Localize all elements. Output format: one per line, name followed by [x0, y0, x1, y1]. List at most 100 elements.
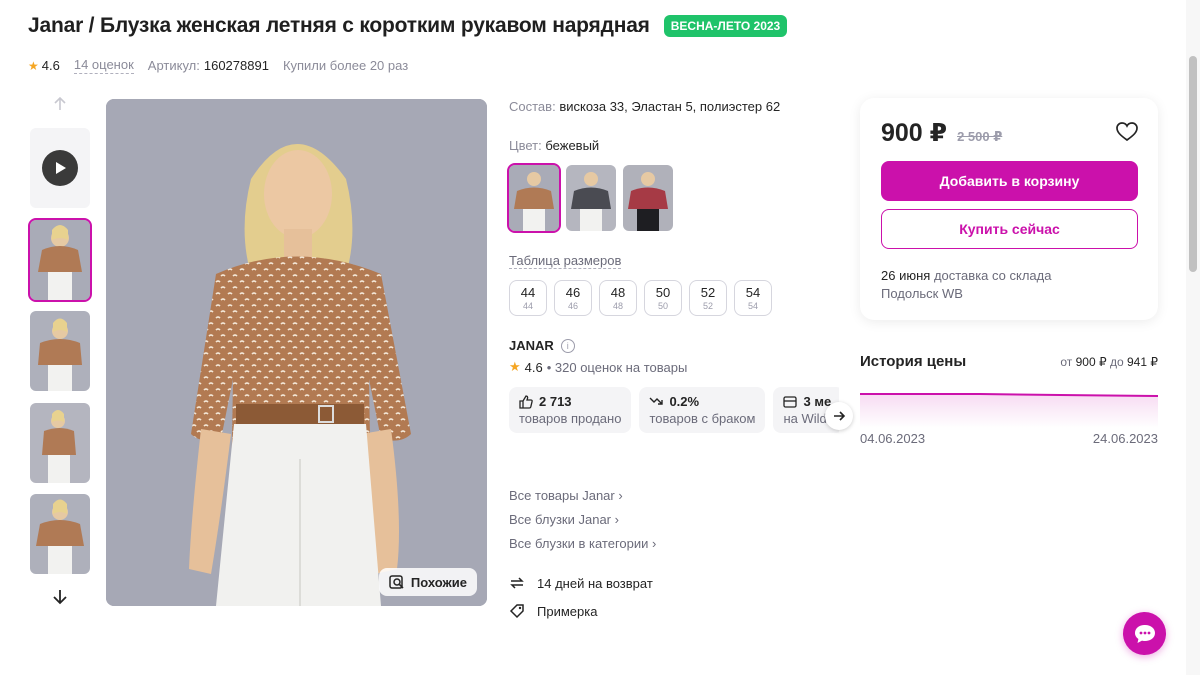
- history-start-date: 04.06.2023: [860, 431, 926, 446]
- stat-sold: 2 713 товаров продано: [509, 387, 632, 433]
- thumb-image-4[interactable]: [30, 494, 90, 574]
- similar-search-icon: [389, 575, 404, 589]
- star-icon: ★: [28, 58, 39, 73]
- article-value[interactable]: 160278891: [204, 58, 269, 73]
- stats-next-arrow-icon[interactable]: [825, 402, 853, 430]
- composition-label: Состав:: [509, 99, 556, 114]
- thumbs-up-arrow-icon[interactable]: [52, 96, 68, 117]
- delivery-text: доставка со склада: [933, 268, 1052, 283]
- size-main: 46: [565, 285, 581, 300]
- link-all-products[interactable]: Все товары Janar ›: [509, 488, 656, 503]
- buy-card: 900 ₽ 2 500 ₽ Добавить в корзину Купить …: [860, 98, 1158, 320]
- chat-bubble-icon: [1134, 624, 1155, 643]
- range-to: 941 ₽: [1127, 355, 1158, 369]
- scrollbar[interactable]: [1186, 0, 1200, 675]
- composition-value: вискоза 33, Эластан 5, полиэстер 62: [559, 99, 781, 114]
- thumb-image-1[interactable]: [28, 218, 92, 302]
- trend-down-icon: [649, 397, 664, 405]
- size-main: 48: [610, 285, 626, 300]
- info-icon[interactable]: i: [560, 338, 575, 353]
- color-row: Цвет: бежевый: [509, 138, 849, 153]
- title-row: Janar / Блузка женская летняя с коротким…: [28, 14, 788, 38]
- size-sub: 54: [747, 301, 758, 311]
- delivery-date: 26 июня: [881, 268, 931, 283]
- composition: Состав: вискоза 33, Эластан 5, полиэстер…: [509, 99, 849, 114]
- brand-name[interactable]: JANAR: [509, 338, 554, 353]
- size-option[interactable]: 44 44: [509, 280, 547, 316]
- stat-defect-value: 0.2%: [669, 394, 700, 409]
- brand-rating: ★ 4.6 • 320 оценок на товары: [509, 359, 849, 375]
- link-all-blouses-category[interactable]: Все блузки в категории ›: [509, 536, 656, 551]
- size-sub: 48: [612, 301, 623, 311]
- size-sub: 50: [657, 301, 668, 311]
- size-table-link[interactable]: Таблица размеров: [509, 253, 622, 269]
- return-text: 14 дней на возврат: [537, 575, 653, 591]
- size-sub: 46: [567, 301, 578, 311]
- thumbs-down-arrow-icon[interactable]: [51, 588, 69, 611]
- product-details: Состав: вискоза 33, Эластан 5, полиэстер…: [507, 99, 849, 433]
- product-title: Janar / Блузка женская летняя с коротким…: [28, 14, 650, 37]
- size-main: 50: [655, 285, 671, 300]
- similar-button[interactable]: Похожие: [378, 568, 477, 596]
- add-to-cart-button[interactable]: Добавить в корзину: [881, 161, 1138, 201]
- season-badge: ВЕСНА-ЛЕТО 2023: [663, 15, 788, 37]
- tag-icon: [509, 604, 524, 619]
- brand-stats: 2 713 товаров продано 0.2% товаров с бра…: [509, 387, 839, 433]
- price-history-range: от 900 ₽ до 941 ₽: [1060, 355, 1158, 369]
- size-option[interactable]: 46 46: [554, 280, 592, 316]
- similar-label: Похожие: [410, 574, 467, 590]
- product-meta: ★ 4.6 14 оценок Артикул: 160278891 Купил…: [28, 57, 408, 74]
- size-sub: 52: [702, 301, 713, 311]
- range-from: 900 ₽: [1075, 355, 1107, 369]
- product-photo: [106, 99, 487, 606]
- size-option[interactable]: 50 50: [644, 280, 682, 316]
- stat-defect: 0.2% товаров с браком: [639, 387, 766, 433]
- thumb-image-2[interactable]: [30, 311, 90, 391]
- return-info: 14 дней на возврат: [509, 575, 653, 591]
- price-history-title: История цены: [860, 353, 967, 370]
- chat-button[interactable]: [1123, 612, 1166, 655]
- size-main: 44: [520, 285, 536, 300]
- size-sub: 44: [522, 301, 533, 311]
- thumbs-up-icon: [519, 394, 533, 409]
- return-icon: [510, 577, 524, 589]
- favorite-heart-icon[interactable]: [1116, 122, 1138, 147]
- scrollbar-thumb[interactable]: [1189, 56, 1197, 272]
- brand-links: Все товары Janar › Все блузки Janar › Вс…: [509, 488, 656, 560]
- buy-now-button[interactable]: Купить сейчас: [881, 209, 1138, 249]
- reviews-link[interactable]: 14 оценок: [73, 57, 134, 74]
- stat-defect-label: товаров с браком: [649, 411, 756, 426]
- size-option[interactable]: 48 48: [599, 280, 637, 316]
- star-icon: ★: [509, 359, 521, 374]
- range-from-label: от: [1060, 355, 1073, 369]
- old-price: 2 500 ₽: [957, 129, 1003, 144]
- size-main: 52: [700, 285, 716, 300]
- play-icon: [42, 150, 78, 186]
- size-option[interactable]: 54 54: [734, 280, 772, 316]
- thumb-video[interactable]: [30, 128, 90, 208]
- size-main: 54: [745, 285, 761, 300]
- color-label: Цвет:: [509, 138, 542, 153]
- article-label: Артикул:: [147, 58, 200, 73]
- color-option-grey[interactable]: [566, 165, 616, 231]
- price-history-area: [860, 394, 1158, 428]
- link-all-blouses-brand[interactable]: Все блузки Janar ›: [509, 512, 656, 527]
- stat-sold-label: товаров продано: [519, 411, 622, 426]
- brand-row: JANAR i: [509, 338, 849, 353]
- brand-rating-value: 4.6: [524, 359, 543, 375]
- brand-reviews: • 320 оценок на товары: [546, 359, 688, 375]
- color-option-beige[interactable]: [507, 163, 561, 233]
- color-option-red[interactable]: [623, 165, 673, 231]
- thumb-image-3[interactable]: [30, 403, 90, 483]
- current-price: 900 ₽: [881, 119, 948, 147]
- color-options: [507, 163, 849, 233]
- price-history-chart[interactable]: [860, 384, 1158, 428]
- product-page: Janar / Блузка женская летняя с коротким…: [0, 0, 1200, 675]
- color-value: бежевый: [545, 138, 600, 153]
- warehouse: Подольск WB: [881, 286, 963, 301]
- main-product-image[interactable]: Похожие: [106, 99, 487, 606]
- history-end-date: 24.06.2023: [1092, 431, 1158, 446]
- fitting-text: Примерка: [537, 603, 598, 619]
- size-options: 44 44 46 46 48 48 50 50 52 52 54 54: [509, 280, 849, 316]
- size-option[interactable]: 52 52: [689, 280, 727, 316]
